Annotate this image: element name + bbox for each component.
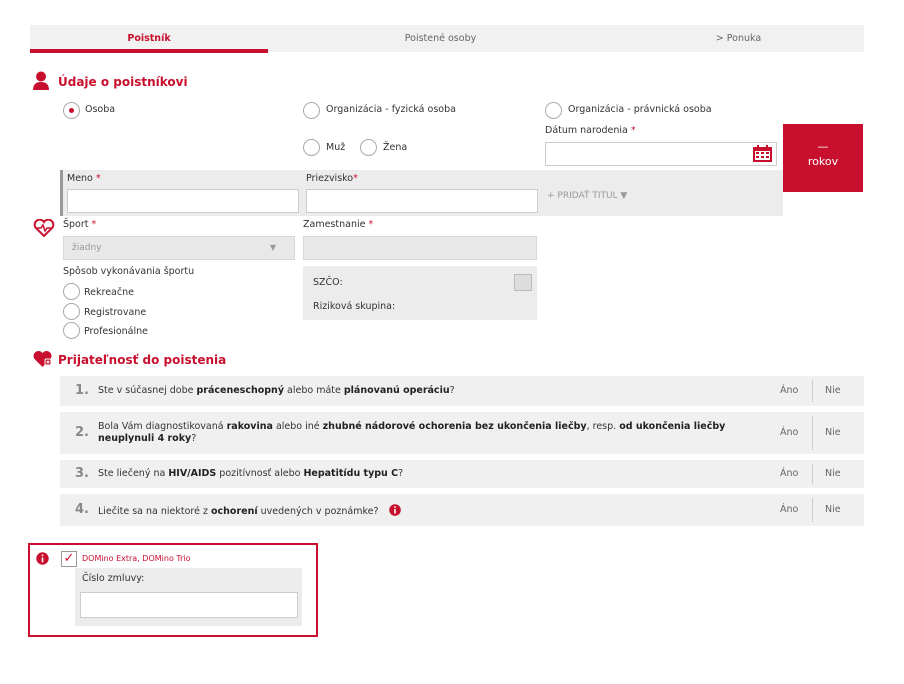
question-text-part: HIV/AIDS [168, 468, 217, 479]
calendar-icon[interactable] [752, 145, 773, 163]
radio-rekreacne[interactable] [63, 283, 80, 300]
question-text: Bola Vám diagnostikovaná rakovina alebo … [98, 421, 758, 445]
question-text: Liečite sa na niektoré z ochorení uveden… [98, 504, 758, 518]
radio-org-pravnicka[interactable] [545, 102, 562, 119]
question-text-part: uvedených v poznámke? [257, 506, 379, 517]
question-row: 1. Ste v súčasnej dobe práceneschopný ale… [60, 376, 864, 406]
section-title-policyholder: Údaje o poistníkovi [58, 75, 188, 89]
question-text-part: Hepatitídu typu C [303, 468, 399, 479]
question-text: Ste v súčasnej dobe práceneschopný alebo… [98, 385, 758, 397]
question-text-part: ? [398, 468, 404, 479]
contract-number-input[interactable] [80, 592, 298, 618]
radio-zena[interactable] [360, 139, 377, 156]
question-text-part: Ste v súčasnej dobe [98, 385, 197, 396]
question-text-part: , resp. [586, 421, 620, 432]
radio-profesionalne-label: Profesionálne [84, 326, 149, 337]
answer-yes-button[interactable]: Áno [780, 468, 798, 479]
question-text-part: ? [449, 385, 455, 396]
domino-box: ✓ DOMino Extra, DOMino Trio Číslo zmluvy… [28, 543, 318, 637]
answer-yes-button[interactable]: Áno [780, 427, 798, 438]
domino-checkbox-label: DOMino Extra, DOMino Trio [82, 554, 191, 563]
age-unit: rokov [807, 155, 839, 168]
birthdate-input[interactable] [545, 142, 777, 166]
question-text-part: rakovina [226, 421, 273, 432]
risk-group-label: Riziková skupina: [313, 301, 396, 312]
szco-label: SZČO: [313, 277, 343, 288]
sport-label: Šport * [63, 219, 97, 230]
question-number: 3. [75, 466, 89, 481]
answer-divider [812, 380, 813, 402]
question-text: Ste liečený na HIV/AIDS pozitívnosť aleb… [98, 468, 758, 480]
radio-zena-label: Žena [383, 142, 408, 153]
tab-poistnik[interactable]: Poistník [30, 25, 268, 52]
radio-rekreacne-label: Rekreačne [84, 287, 134, 298]
radio-registrovane[interactable] [63, 303, 80, 320]
age-display: — rokov [783, 124, 863, 192]
question-text-part: Liečite sa na niektoré z [98, 506, 211, 517]
add-title-button[interactable]: + PRIDAŤ TITUL ▼ [547, 191, 627, 201]
question-text-part: ochorení [211, 506, 258, 517]
answer-no-button[interactable]: Nie [825, 468, 841, 479]
birthdate-label: Dátum narodenia * [545, 125, 636, 136]
radio-muz-label: Muž [326, 142, 346, 153]
radio-osoba[interactable] [63, 102, 80, 119]
radio-org-pravnicka-label: Organizácia - právnická osoba [568, 104, 712, 115]
age-value: — [817, 140, 829, 153]
sport-select[interactable]: žiadny ▼ [63, 236, 295, 260]
radio-muz[interactable] [303, 139, 320, 156]
question-text-part: alebo iné [272, 421, 323, 432]
question-text-part: Bola Vám diagnostikovaná [98, 421, 227, 432]
info-icon[interactable] [388, 504, 401, 516]
answer-divider [812, 498, 813, 522]
heartbeat-icon [33, 219, 55, 237]
radio-osoba-label: Osoba [85, 104, 116, 115]
tab-poistene-osoby[interactable]: Poistené osoby [268, 25, 613, 52]
radio-org-fyzicka-label: Organizácia - fyzická osoba [326, 104, 456, 115]
answer-divider [812, 416, 813, 450]
question-row: 3. Ste liečený na HIV/AIDS pozitívnosť al… [60, 460, 864, 488]
answer-no-button[interactable]: Nie [825, 385, 841, 396]
szco-checkbox[interactable] [514, 274, 532, 291]
question-number: 2. [75, 425, 89, 440]
employment-label: Zamestnanie * [303, 219, 374, 230]
question-text-part: plánovanú operáciu [343, 385, 450, 396]
question-text-part: alebo máte [284, 385, 344, 396]
question-row: 4. Liečite sa na niektoré z ochorení uved… [60, 494, 864, 526]
question-text-part: práceneschopný [196, 385, 285, 396]
sport-select-value: žiadny [72, 243, 102, 253]
answer-no-button[interactable]: Nie [825, 427, 841, 438]
last-name-label: Priezvisko* [306, 173, 358, 184]
answer-divider [812, 464, 813, 484]
answer-no-button[interactable]: Nie [825, 504, 841, 515]
checkmark-icon: ✓ [63, 551, 75, 566]
name-panel-accent [60, 170, 63, 216]
tab-ponuka[interactable]: > Ponuka [613, 25, 864, 52]
answer-yes-button[interactable]: Áno [780, 385, 798, 396]
section-title-acceptance: Prijateľnosť do poistenia [58, 353, 227, 367]
radio-profesionalne[interactable] [63, 322, 80, 339]
question-row: 2. Bola Vám diagnostikovaná rakovina aleb… [60, 412, 864, 454]
question-text-part: Ste liečený na [98, 468, 169, 479]
tab-bar: Poistník Poistené osoby > Ponuka [30, 25, 864, 53]
domino-checkbox[interactable]: ✓ [61, 551, 77, 567]
question-number: 1. [75, 383, 89, 398]
last-name-input[interactable] [306, 189, 538, 213]
chevron-down-icon: ▼ [269, 243, 276, 252]
radio-org-fyzicka[interactable] [303, 102, 320, 119]
active-tab-indicator [30, 49, 268, 53]
sport-mode-label: Spôsob vykonávania športu [63, 266, 195, 277]
answer-yes-button[interactable]: Áno [780, 504, 798, 515]
radio-registrovane-label: Registrovane [84, 307, 147, 318]
employment-input[interactable] [303, 236, 537, 260]
heart-plus-icon [33, 351, 52, 367]
question-text-part: ? [191, 433, 197, 444]
first-name-label: Meno * [67, 173, 101, 184]
question-text-part: zhubné nádorové ochorenia bez ukončenia … [322, 421, 587, 432]
person-icon [33, 71, 49, 90]
contract-number-label: Číslo zmluvy: [82, 573, 145, 584]
question-text-part: pozitívnosť alebo [216, 468, 304, 479]
question-number: 4. [75, 502, 89, 517]
first-name-input[interactable] [67, 189, 299, 213]
